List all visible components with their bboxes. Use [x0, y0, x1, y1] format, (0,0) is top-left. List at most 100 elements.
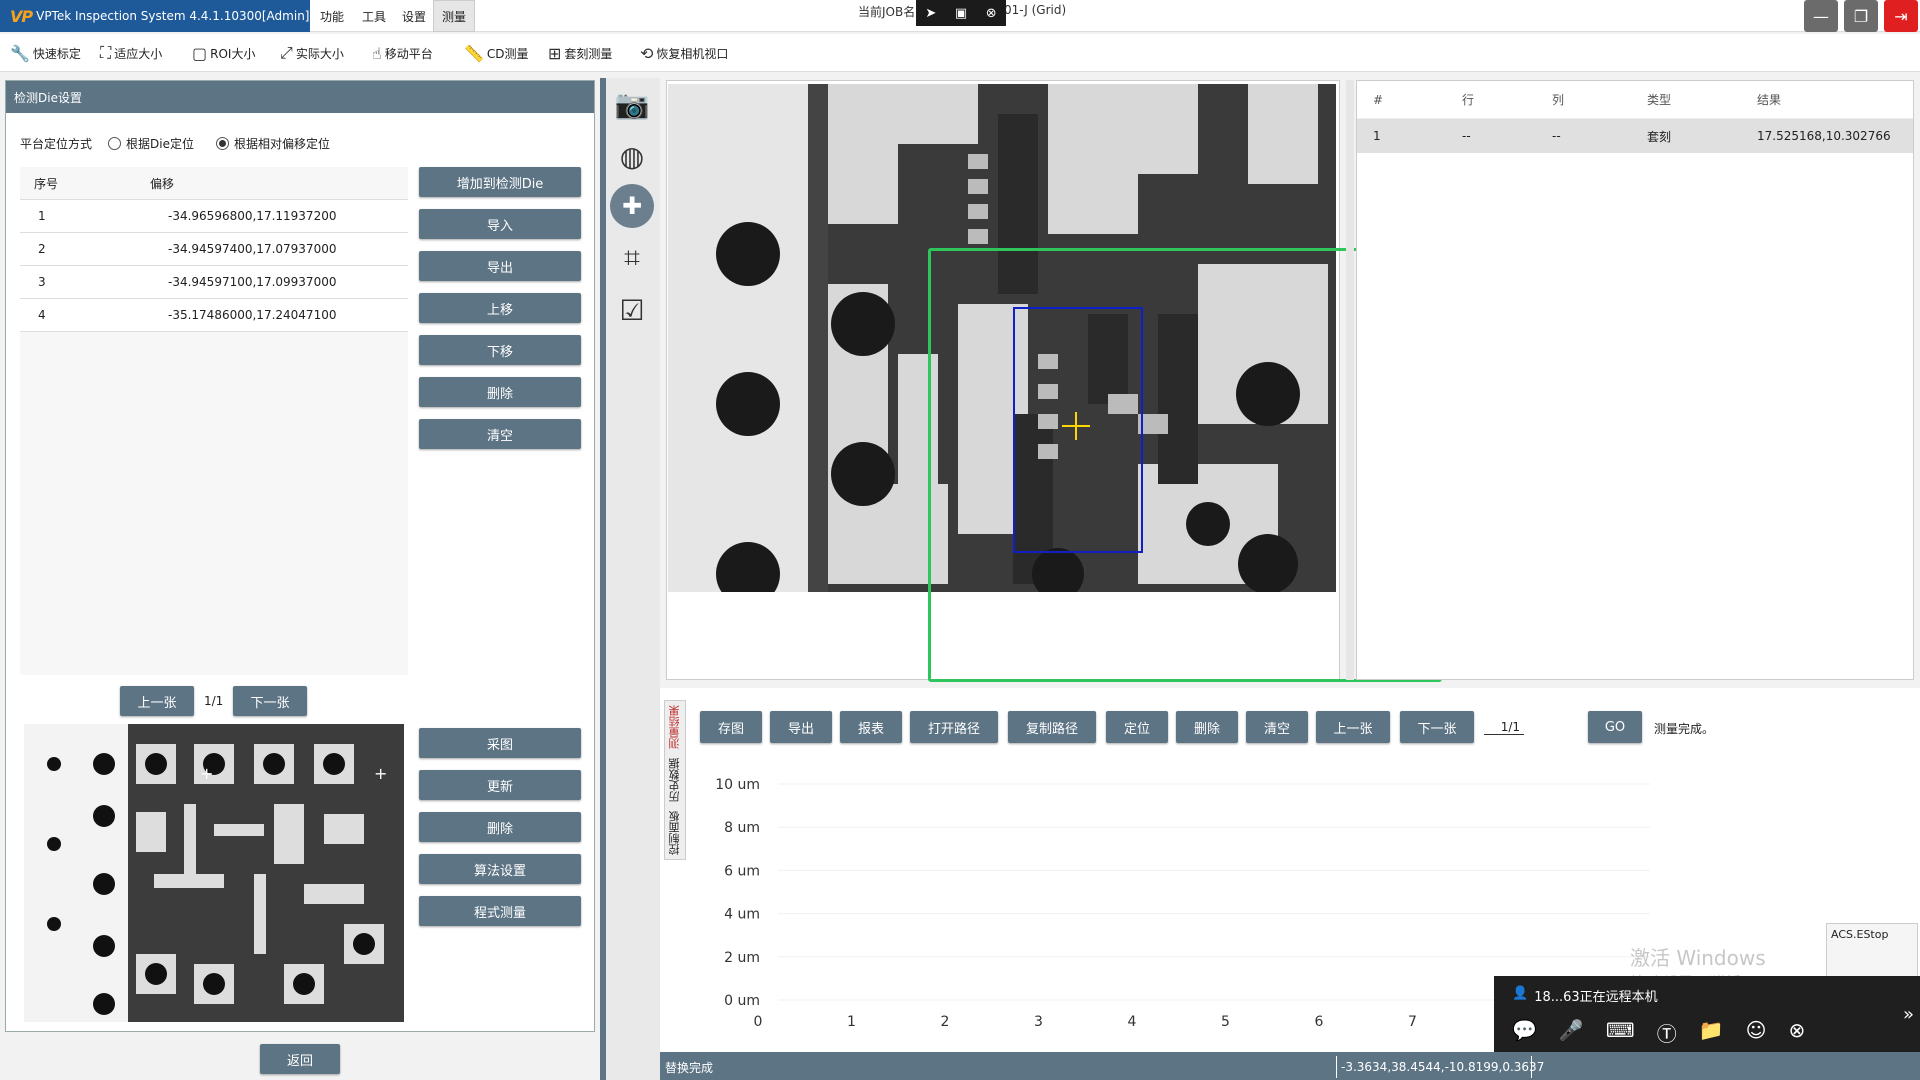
algorithm-settings-button[interactable]: 算法设置: [419, 854, 581, 884]
export-results-button[interactable]: 导出: [770, 711, 832, 743]
save-image-button[interactable]: 存图: [700, 711, 762, 743]
checklist-icon[interactable]: ☑: [610, 288, 654, 332]
text-icon[interactable]: Ⓣ: [1657, 1018, 1677, 1047]
cell-index: 2: [38, 242, 46, 256]
locate-button[interactable]: 定位: [1106, 711, 1168, 743]
tool-move-stage[interactable]: ☝ 移动平台: [372, 40, 433, 66]
next-image-button[interactable]: 下一张: [233, 686, 307, 716]
cell-offset: -34.94597100,17.09937000: [168, 275, 337, 289]
tool-overlay-measure[interactable]: ⊞ 套刻测量: [548, 40, 612, 66]
result-page-input[interactable]: 1/1: [1484, 720, 1524, 735]
tool-fit-size[interactable]: ⛶ 适应大小: [100, 40, 162, 66]
tool-label: 移动平台: [384, 46, 433, 61]
tool-quick-calibrate[interactable]: 🔧 快速标定: [10, 40, 81, 66]
radio-label: 根据相对偏移定位: [234, 137, 331, 151]
table-row[interactable]: 1 -- -- 套刻 17.525168,10.302766: [1357, 119, 1913, 153]
vertical-tab-strip: 控制面板 历史数据 测量结果: [664, 700, 686, 860]
keyboard-icon[interactable]: ⌨: [1606, 1018, 1635, 1047]
capture-button[interactable]: 采图: [419, 728, 581, 758]
tool-roi-size[interactable]: ▢ ROI大小: [192, 40, 255, 66]
prev-image-button[interactable]: 上一张: [120, 686, 194, 716]
prev-result-button[interactable]: 上一张: [1316, 711, 1390, 743]
import-button[interactable]: 导入: [419, 209, 581, 239]
x-tick-label: 0: [754, 1014, 763, 1030]
svg-text:+: +: [374, 764, 387, 783]
col-result-header: 结果: [1757, 93, 1782, 107]
screen-icon[interactable]: ▣: [955, 6, 967, 21]
radio-offset-position[interactable]: 根据相对偏移定位: [216, 135, 330, 152]
tool-cd-measure[interactable]: 📏 CD测量: [464, 40, 529, 66]
menu-settings[interactable]: 设置: [394, 0, 434, 32]
folder-icon[interactable]: 📁: [1699, 1018, 1724, 1047]
tab-history[interactable]: 历史数据: [667, 758, 683, 802]
exit-button[interactable]: ⇥: [1884, 0, 1918, 32]
cell-index: 1: [38, 209, 46, 223]
tool-label: 实际大小: [295, 46, 344, 61]
wrench-icon: 🔧: [10, 43, 30, 63]
report-button[interactable]: 报表: [840, 711, 902, 743]
move-down-button[interactable]: 下移: [419, 335, 581, 365]
chat-icon[interactable]: 💬: [1512, 1018, 1537, 1047]
radio-circle-selected[interactable]: [216, 137, 229, 150]
table-row[interactable]: 1 -34.96596800,17.11937200: [20, 200, 408, 233]
expand-icon[interactable]: »: [1903, 1004, 1914, 1025]
grid-sphere-icon[interactable]: ◍: [610, 134, 654, 178]
delete-image-button[interactable]: 删除: [419, 812, 581, 842]
maximize-button[interactable]: ❐: [1844, 0, 1878, 32]
clear-button[interactable]: 清空: [419, 419, 581, 449]
status-text: 替换完成: [665, 1061, 714, 1075]
tool-restore-camera[interactable]: ⟲ 恢复相机视口: [640, 40, 728, 66]
program-measure-button[interactable]: 程式测量: [419, 896, 581, 926]
wafer-list-icon[interactable]: ⌗: [610, 236, 654, 280]
col-type-header: 类型: [1647, 93, 1672, 107]
col-index-header: 序号: [34, 176, 59, 191]
tab-control-panel[interactable]: 控制面板: [667, 811, 683, 855]
radio-circle[interactable]: [108, 137, 121, 150]
update-button[interactable]: 更新: [419, 770, 581, 800]
remote-session-label: 👤 18...63正在远程本机: [1512, 986, 1658, 1005]
back-button[interactable]: 返回: [260, 1044, 340, 1074]
go-button[interactable]: GO: [1588, 711, 1642, 743]
job-title-prefix: 当前JOB名: [858, 5, 916, 19]
camera-icon[interactable]: 📷: [610, 82, 654, 126]
remote-tools: 💬 🎤 ⌨ Ⓣ 📁 ☺ ⊗: [1512, 1018, 1805, 1047]
close-icon[interactable]: ⊗: [986, 6, 997, 21]
die-thumbnail: + +: [24, 724, 404, 1022]
menu-function[interactable]: 功能: [312, 0, 352, 32]
die-map-icon[interactable]: ✚: [610, 184, 654, 228]
menu-measure[interactable]: 测量: [433, 0, 476, 32]
clear-results-button[interactable]: 清空: [1246, 711, 1308, 743]
x-tick-label: 3: [1034, 1014, 1043, 1030]
tool-actual-size[interactable]: ⤢ 实际大小: [280, 40, 344, 66]
move-up-button[interactable]: 上移: [419, 293, 581, 323]
delete-result-button[interactable]: 删除: [1176, 711, 1238, 743]
cell-row: --: [1462, 129, 1471, 143]
copy-path-button[interactable]: 复制路径: [1008, 711, 1096, 743]
table-row[interactable]: 4 -35.17486000,17.24047100: [20, 299, 408, 332]
roi-icon: ▢: [192, 43, 208, 63]
y-tick-label: 6 um: [724, 863, 760, 879]
col-offset-header: 偏移: [150, 176, 175, 191]
app-title-box: VP VPTek Inspection System 4.4.1.10300[A…: [0, 0, 310, 32]
x-tick-label: 1: [847, 1014, 856, 1030]
user-settings-icon[interactable]: ☺: [1746, 1018, 1767, 1047]
table-row[interactable]: 2 -34.94597400,17.07937000: [20, 233, 408, 266]
svg-text:+: +: [200, 764, 213, 783]
menu-tools[interactable]: 工具: [354, 0, 394, 32]
next-result-button[interactable]: 下一张: [1400, 711, 1474, 743]
tab-results[interactable]: 测量结果: [667, 705, 683, 749]
radio-die-position[interactable]: 根据Die定位: [108, 135, 194, 152]
add-to-die-button[interactable]: 增加到检测Die: [419, 167, 581, 197]
delete-button[interactable]: 删除: [419, 377, 581, 407]
tool-label: 适应大小: [114, 46, 163, 61]
results-splitter[interactable]: [1346, 80, 1354, 680]
x-tick-label: 6: [1315, 1014, 1324, 1030]
table-row[interactable]: 3 -34.94597100,17.09937000: [20, 266, 408, 299]
open-path-button[interactable]: 打开路径: [910, 711, 998, 743]
export-button[interactable]: 导出: [419, 251, 581, 281]
app-title: VPTek Inspection System 4.4.1.10300[Admi…: [36, 9, 310, 23]
close-session-icon[interactable]: ⊗: [1788, 1018, 1805, 1047]
microphone-icon[interactable]: 🎤: [1559, 1018, 1584, 1047]
minimize-button[interactable]: —: [1804, 0, 1838, 32]
cursor-icon[interactable]: ➤: [925, 6, 936, 21]
